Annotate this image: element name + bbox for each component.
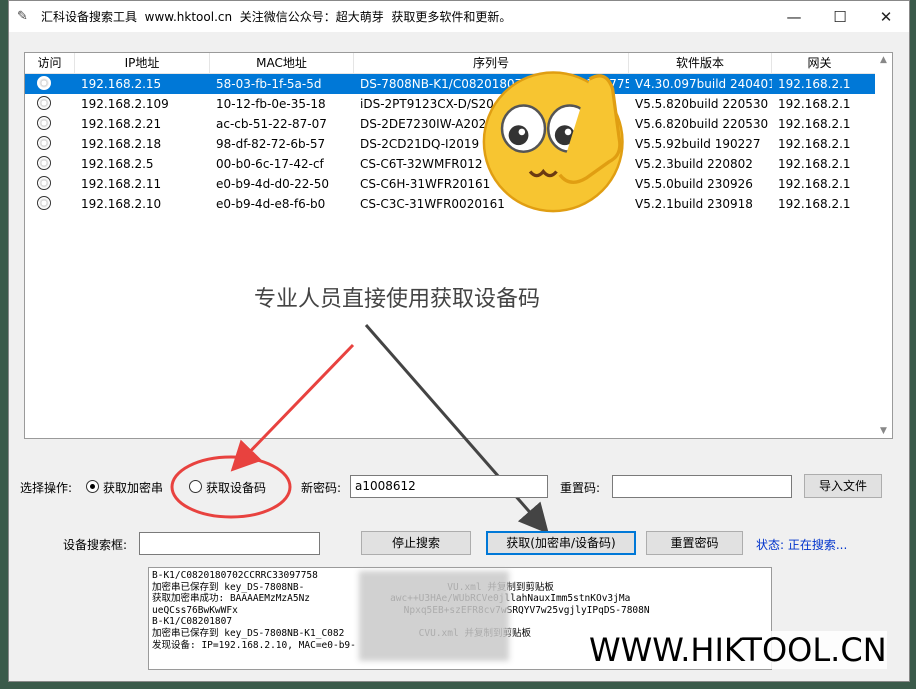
radio-get-device-code-label[interactable]: 获取设备码: [206, 479, 266, 496]
reset-code-label: 重置码:: [560, 481, 601, 495]
stop-search-button[interactable]: 停止搜索: [361, 531, 471, 555]
get-code-button[interactable]: 获取(加密串/设备码): [486, 531, 636, 555]
operation-label: 选择操作:: [20, 481, 73, 495]
app-window: ✎ 汇科设备搜索工具 www.hktool.cn 关注微信公众号：超大萌芽 获取…: [8, 0, 910, 682]
new-password-label: 新密码:: [301, 481, 342, 495]
site-watermark: WWW.HIKTOOL.CN: [589, 631, 887, 669]
import-file-button[interactable]: 导入文件: [804, 474, 882, 498]
radio-get-encrypt[interactable]: [86, 480, 99, 493]
reset-code-field[interactable]: [612, 475, 792, 498]
search-box-label: 设备搜索框:: [63, 538, 128, 552]
reset-password-button[interactable]: 重置密码: [646, 531, 743, 555]
status-text: 状态: 正在搜索...: [756, 538, 848, 552]
radio-get-encrypt-label[interactable]: 获取加密串: [103, 479, 163, 496]
device-search-input[interactable]: [139, 532, 320, 555]
radio-get-device-code[interactable]: [189, 480, 202, 493]
redacted-blur: [359, 571, 509, 661]
new-password-field[interactable]: a1008612: [350, 475, 548, 498]
